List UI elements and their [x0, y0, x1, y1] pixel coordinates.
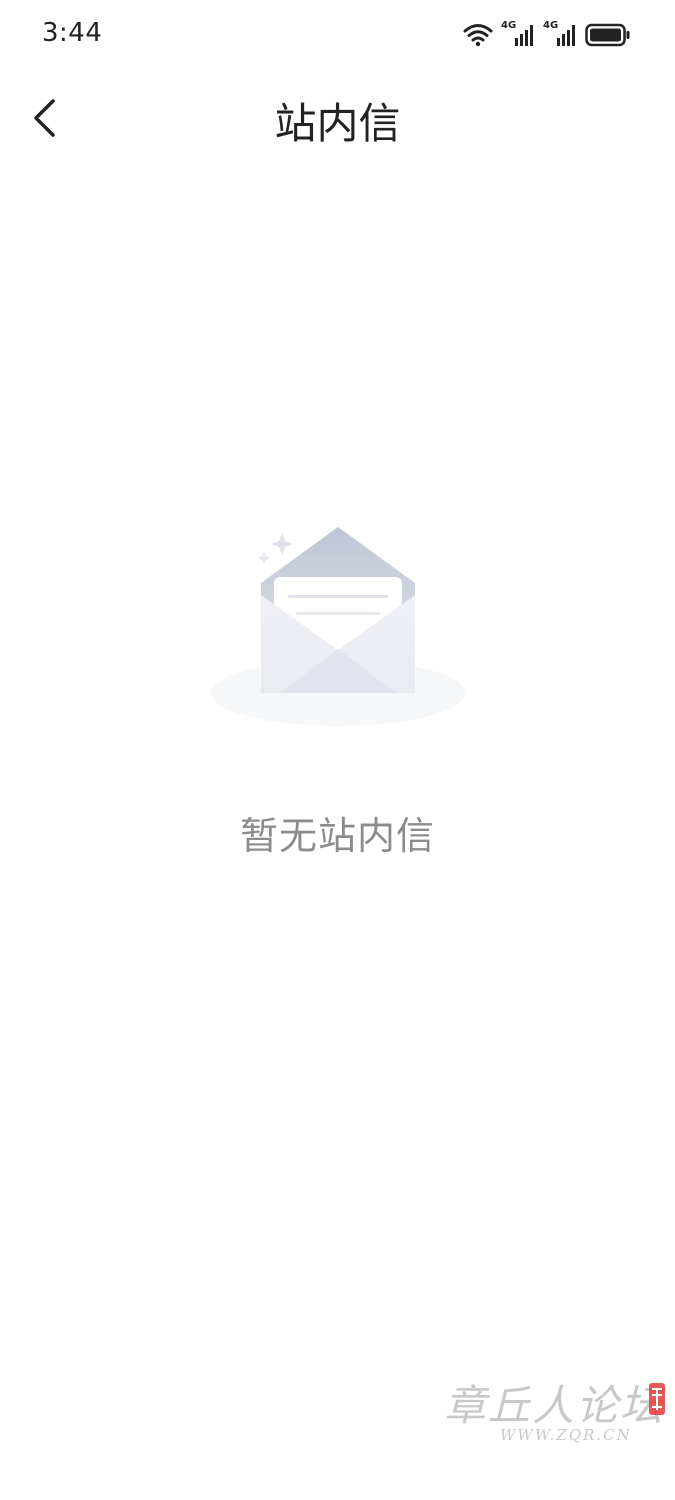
signal-4g-icon: 4G	[501, 20, 535, 48]
page-title: 站内信	[274, 99, 401, 148]
seal-icon	[648, 1382, 666, 1416]
battery-icon	[585, 23, 631, 47]
wifi-icon	[463, 23, 493, 47]
nav-bar: 站内信	[0, 78, 675, 164]
watermark-url: WWW.ZQR.CN	[500, 1426, 632, 1444]
status-icons: 4G 4G	[463, 20, 631, 50]
signal-4g-icon: 4G	[543, 20, 577, 48]
open-envelope-icon	[200, 527, 475, 739]
watermark: 章丘人论坛 WWW.ZQR.CN	[440, 1372, 675, 1452]
empty-state-message: 暂无站内信	[239, 814, 435, 858]
status-bar: 3:44 4G 4G	[0, 0, 675, 72]
empty-state-illustration	[200, 515, 475, 735]
status-time: 3:44	[42, 18, 103, 48]
watermark-text: 章丘人论坛	[444, 1381, 665, 1430]
